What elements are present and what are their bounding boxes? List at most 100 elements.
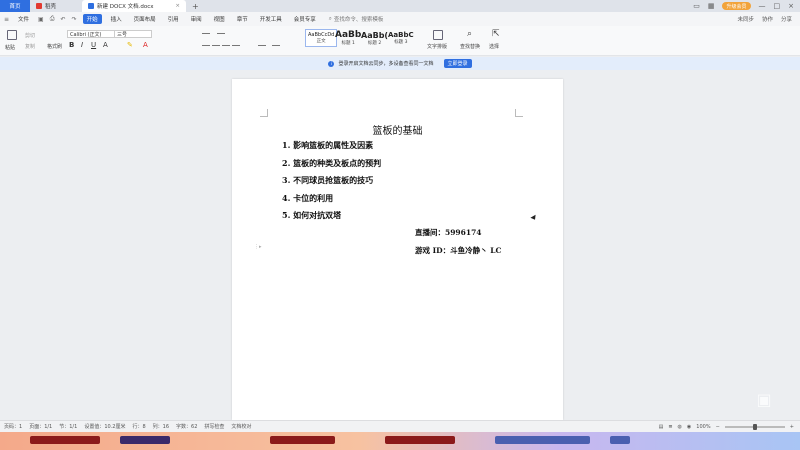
menu-file[interactable]: 文件 xyxy=(15,14,32,24)
strikethrough-icon[interactable]: A xyxy=(103,41,108,49)
banner-block xyxy=(495,436,590,444)
menu-section[interactable]: 章节 xyxy=(234,14,251,24)
find-replace-label[interactable]: 查找替换 xyxy=(460,43,480,50)
web-view-icon[interactable]: ◍ xyxy=(678,424,682,430)
font-size-select[interactable]: 三号 xyxy=(114,30,152,38)
search-icon: ⌕ xyxy=(328,15,332,22)
line-spacing-icon[interactable] xyxy=(258,45,266,46)
title-bar: 首页 稻壳 新建 DOCX 文档.docx × + ▭ ▦ 升级会员 — □ × xyxy=(0,0,800,12)
align-center-icon[interactable] xyxy=(212,45,220,46)
status-word-count[interactable]: 字数：62 xyxy=(176,423,197,430)
maximize-icon[interactable]: □ xyxy=(774,2,781,10)
justify-icon[interactable] xyxy=(232,45,240,46)
collaborate-button[interactable]: 协作 xyxy=(762,15,773,23)
style-normal-label: 正文 xyxy=(316,39,326,44)
banner-block xyxy=(270,436,335,444)
copy-button[interactable]: 复制 xyxy=(25,43,35,50)
minimize-icon[interactable]: — xyxy=(759,2,766,10)
zoom-slider-thumb[interactable] xyxy=(752,423,757,430)
bullet-list-icon[interactable] xyxy=(202,33,210,34)
tab-document[interactable]: 新建 DOCX 文档.docx × xyxy=(82,0,186,12)
align-right-icon[interactable] xyxy=(222,45,230,46)
status-row: 行：8 xyxy=(132,424,146,430)
menu-references[interactable]: 引用 xyxy=(165,14,182,24)
window-controls: ▭ ▦ 升级会员 — □ × xyxy=(693,0,800,12)
list-item[interactable]: 5. 如何对抗双塔 xyxy=(282,210,381,228)
status-setting: 设置值：10.2厘米 xyxy=(84,424,126,430)
menu-member[interactable]: 会员专享 xyxy=(291,14,319,24)
menu-view[interactable]: 视图 xyxy=(211,14,228,24)
style-heading-3-sample: AaBbC xyxy=(388,31,414,39)
format-painter-button[interactable]: 格式刷 xyxy=(47,43,62,50)
document-page[interactable]: 篮板的基础 1. 影响篮板的属性及因素 2. 篮板的种类及板点的预判 3. 不同… xyxy=(232,79,563,420)
font-color-icon[interactable]: A xyxy=(143,41,148,49)
style-normal[interactable]: AaBbCcDd 正文 xyxy=(305,29,338,47)
number-list-icon[interactable] xyxy=(217,33,225,34)
paste-label[interactable]: 粘贴 xyxy=(5,44,15,51)
menu-dev-tools[interactable]: 开发工具 xyxy=(257,14,285,24)
style-heading-2-label: 标题 2 xyxy=(367,40,382,46)
command-search[interactable]: ⌕ 查找命令、搜索模板 xyxy=(328,15,384,24)
login-notice-text: 登录开启文档云同步，多设备查看同一文档 xyxy=(338,61,434,67)
undo-icon[interactable]: ↶ xyxy=(61,16,66,23)
tab-document-label: 新建 DOCX 文档.docx xyxy=(97,4,154,10)
spell-check-toggle[interactable]: 拼写检查 xyxy=(204,423,224,430)
command-search-placeholder: 查找命令、搜索模板 xyxy=(333,17,384,23)
zoom-in-icon[interactable]: + xyxy=(790,424,794,430)
paste-icon[interactable] xyxy=(7,30,17,40)
page-view-icon[interactable]: ▤ xyxy=(659,424,664,430)
print-icon[interactable]: ⎙ xyxy=(50,15,55,23)
close-window-icon[interactable]: × xyxy=(788,2,794,10)
bold-icon[interactable]: B xyxy=(69,41,74,49)
zoom-out-icon[interactable]: − xyxy=(716,424,720,430)
menu-icon[interactable]: ≡ xyxy=(4,16,9,23)
document-outline-list: 1. 影响篮板的属性及因素 2. 篮板的种类及板点的预判 3. 不同球员抢篮板的… xyxy=(282,140,381,228)
proofread-button[interactable]: 文档校对 xyxy=(231,423,251,430)
redo-icon[interactable]: ↷ xyxy=(72,16,77,23)
new-tab-button[interactable]: + xyxy=(186,0,205,12)
live-room-line[interactable]: 直播间：5996174 xyxy=(415,227,482,238)
select-label[interactable]: 选择 xyxy=(489,43,499,50)
menu-start[interactable]: 开始 xyxy=(82,14,102,24)
zoom-slider[interactable] xyxy=(724,423,785,430)
style-heading-3-label: 标题 3 xyxy=(394,40,408,45)
find-icon[interactable]: ⌕ xyxy=(467,29,472,39)
eye-protect-icon[interactable]: ◉ xyxy=(687,424,691,430)
style-heading-1[interactable]: AaBb 标题 1 xyxy=(335,29,361,47)
grid-icon[interactable]: ▦ xyxy=(708,2,715,10)
style-heading-3[interactable]: AaBbC 标题 3 xyxy=(388,29,414,47)
highlight-icon[interactable]: ✎ xyxy=(127,41,133,49)
menu-insert[interactable]: 插入 xyxy=(108,14,125,24)
login-now-button[interactable]: 立即登录 xyxy=(443,59,472,68)
cut-button[interactable]: 剪切 xyxy=(25,32,35,39)
zoom-level[interactable]: 100% xyxy=(696,424,710,430)
list-item[interactable]: 2. 篮板的种类及板点的预判 xyxy=(282,158,381,176)
vip-button[interactable]: 升级会员 xyxy=(722,2,751,10)
paragraph-handle-icon[interactable]: ⋮▸ xyxy=(254,244,262,250)
layout-icon[interactable]: ▭ xyxy=(693,2,700,10)
align-left-icon[interactable] xyxy=(202,45,210,46)
list-item[interactable]: 1. 影响篮板的属性及因素 xyxy=(282,140,381,158)
document-title[interactable]: 篮板的基础 xyxy=(232,122,563,137)
save-icon[interactable]: ▣ xyxy=(38,16,44,23)
text-tools-icon[interactable] xyxy=(433,30,443,40)
text-tools-label[interactable]: 文字排版 xyxy=(427,43,447,50)
sync-status[interactable]: 未同步 xyxy=(737,15,754,23)
italic-icon[interactable]: I xyxy=(81,41,83,49)
select-cursor-icon[interactable]: ⇱ xyxy=(492,29,500,39)
border-icon[interactable] xyxy=(272,45,280,46)
game-id-line[interactable]: 游戏 ID：斗鱼冷静丶 LC xyxy=(415,245,501,256)
menu-page-layout[interactable]: 页面布局 xyxy=(131,14,159,24)
menu-review[interactable]: 审阅 xyxy=(188,14,205,24)
outline-view-icon[interactable]: ≣ xyxy=(668,424,672,430)
list-item[interactable]: 4. 卡位的利用 xyxy=(282,193,381,211)
watermark-logo: ▣ xyxy=(756,390,772,409)
status-bar: 页码：1 页面：1/1 节：1/1 设置值：10.2厘米 行：8 列：16 字数… xyxy=(0,420,800,432)
share-button[interactable]: 分享 xyxy=(781,15,792,23)
list-item[interactable]: 3. 不同球员抢篮板的技巧 xyxy=(282,175,381,193)
underline-icon[interactable]: U xyxy=(91,41,96,49)
tab-docer[interactable]: 稻壳 xyxy=(30,0,82,12)
style-heading-2[interactable]: AaBb( 标题 2 xyxy=(361,29,388,47)
close-tab-icon[interactable]: × xyxy=(175,3,180,9)
tab-home[interactable]: 首页 xyxy=(0,0,30,12)
